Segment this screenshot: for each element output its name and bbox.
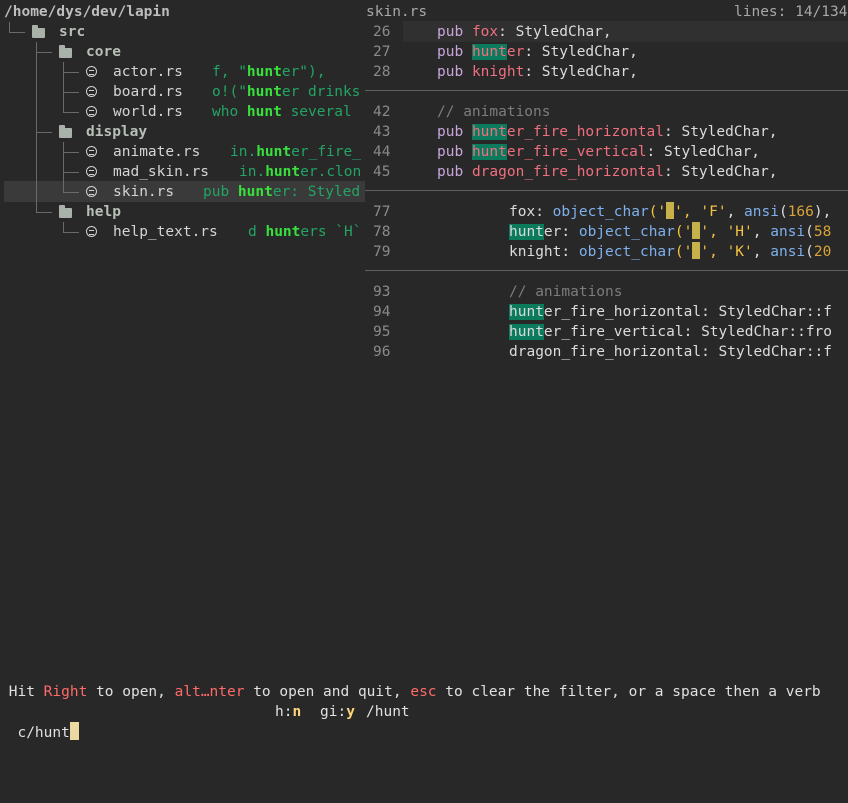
preview-pane[interactable]: skin.rs lines: 14/134 26 pub fox: Styled… [365, 0, 848, 680]
section-separator [365, 270, 848, 271]
tree-guide [63, 152, 79, 153]
line-number: 77 [373, 204, 391, 220]
text-cursor [69, 722, 79, 740]
folder-icon [59, 125, 72, 138]
folder-icon [59, 45, 72, 58]
line-number: 26 [373, 24, 391, 40]
tree-guide [9, 32, 25, 33]
file-board[interactable]: board.rs [113, 82, 183, 102]
line-number: 78 [373, 224, 391, 240]
code-line: // animations [437, 104, 551, 120]
code-line: pub fox: StyledChar, [437, 24, 612, 40]
line-number: 93 [373, 284, 391, 300]
file-skin-selected[interactable]: skin.rs [113, 182, 174, 202]
section-separator [365, 190, 848, 191]
line-number: 94 [373, 304, 391, 320]
tree-guide [36, 42, 37, 213]
rust-file-icon [86, 66, 97, 77]
file-animate[interactable]: animate.rs [113, 142, 200, 162]
code-line: dragon_fire_horizontal: StyledChar::f [509, 344, 833, 360]
code-line: pub hunter_fire_horizontal: StyledChar, [437, 124, 778, 140]
filter-input-line[interactable]: c/hunt h:n gi:y /hunt [0, 702, 848, 741]
folder-icon [59, 205, 72, 218]
tree-guide [36, 132, 52, 133]
tree-guide [63, 142, 64, 193]
rust-file-icon [86, 166, 97, 177]
tree-guide [36, 212, 52, 213]
file-world[interactable]: world.rs [113, 102, 183, 122]
code-line: pub hunter_fire_vertical: StyledChar, [437, 144, 761, 160]
code-line: // animations [509, 284, 623, 300]
code-line: hunter_fire_horizontal: StyledChar::f [509, 304, 833, 320]
tree-guide [63, 72, 79, 73]
line-number: 28 [373, 64, 391, 80]
tree-guide [63, 62, 64, 113]
line-number: 95 [373, 324, 391, 340]
tree-guide [63, 232, 79, 233]
file-match-snippet: who hunt several [212, 104, 352, 120]
filter-input[interactable]: c/hunt [17, 725, 69, 741]
code-line: pub dragon_fire_horizontal: StyledChar, [437, 164, 778, 180]
file-tree-pane[interactable]: /home/dys/dev/lapin src core actor.rs f,… [0, 0, 365, 680]
tree-guide [63, 92, 79, 93]
line-number: 27 [373, 44, 391, 60]
file-match-snippet: in.hunter_fire_ [230, 144, 361, 160]
file-match-snippet: o!("hunter drinks [212, 84, 361, 100]
hint-pattern: /hunt [366, 704, 410, 720]
file-match-snippet: in.hunter.clon [239, 164, 362, 180]
file-match-snippet: d hunters `H` [248, 224, 362, 240]
line-number: 44 [373, 144, 391, 160]
preview-lines-info: lines: 14/134 [734, 4, 848, 20]
hint-gitignore: gi:y [320, 704, 355, 720]
tree-root-path[interactable]: /home/dys/dev/lapin [4, 2, 170, 22]
tree-guide [9, 22, 10, 32]
rust-file-icon [86, 86, 97, 97]
file-help-text[interactable]: help_text.rs [113, 222, 218, 242]
tree-guide [36, 52, 52, 53]
dir-core[interactable]: core [86, 42, 121, 62]
code-line: pub knight: StyledChar, [437, 64, 638, 80]
code-line: hunter_fire_vertical: StyledChar::fro [509, 324, 833, 340]
file-actor[interactable]: actor.rs [113, 62, 183, 82]
code-line: pub hunter: StyledChar, [437, 44, 638, 60]
rust-file-icon [86, 186, 97, 197]
file-match-snippet: pub hunter: Styled [203, 184, 361, 200]
dir-src[interactable]: src [59, 22, 85, 42]
code-line: fox: object_char(' ', 'F', ansi(166), [509, 202, 832, 220]
file-mad-skin[interactable]: mad_skin.rs [113, 162, 209, 182]
code-line: hunter: object_char(' ', 'H', ansi(58 [509, 222, 832, 240]
line-number: 96 [373, 344, 391, 360]
line-number: 45 [373, 164, 391, 180]
glyph-box [666, 202, 675, 219]
section-separator [365, 90, 848, 91]
folder-icon [32, 25, 45, 38]
dir-display[interactable]: display [86, 122, 147, 142]
status-hint-bar: Hit Right to open, alt…nter to open and … [0, 684, 821, 700]
code-line: knight: object_char(' ', 'K', ansi(20 [509, 242, 832, 260]
hint-hidden: h:n [275, 704, 302, 720]
rust-file-icon [86, 146, 97, 157]
line-number: 79 [373, 244, 391, 260]
rust-file-icon [86, 106, 97, 117]
rust-file-icon [86, 226, 97, 237]
file-match-snippet: f, "hunter"), [212, 64, 326, 80]
line-number: 43 [373, 124, 391, 140]
preview-filename: skin.rs [366, 4, 428, 20]
tree-guide [63, 192, 79, 193]
tree-guide [63, 112, 79, 113]
tree-guide [63, 172, 79, 173]
line-number: 42 [373, 104, 391, 120]
dir-help[interactable]: help [86, 202, 121, 222]
